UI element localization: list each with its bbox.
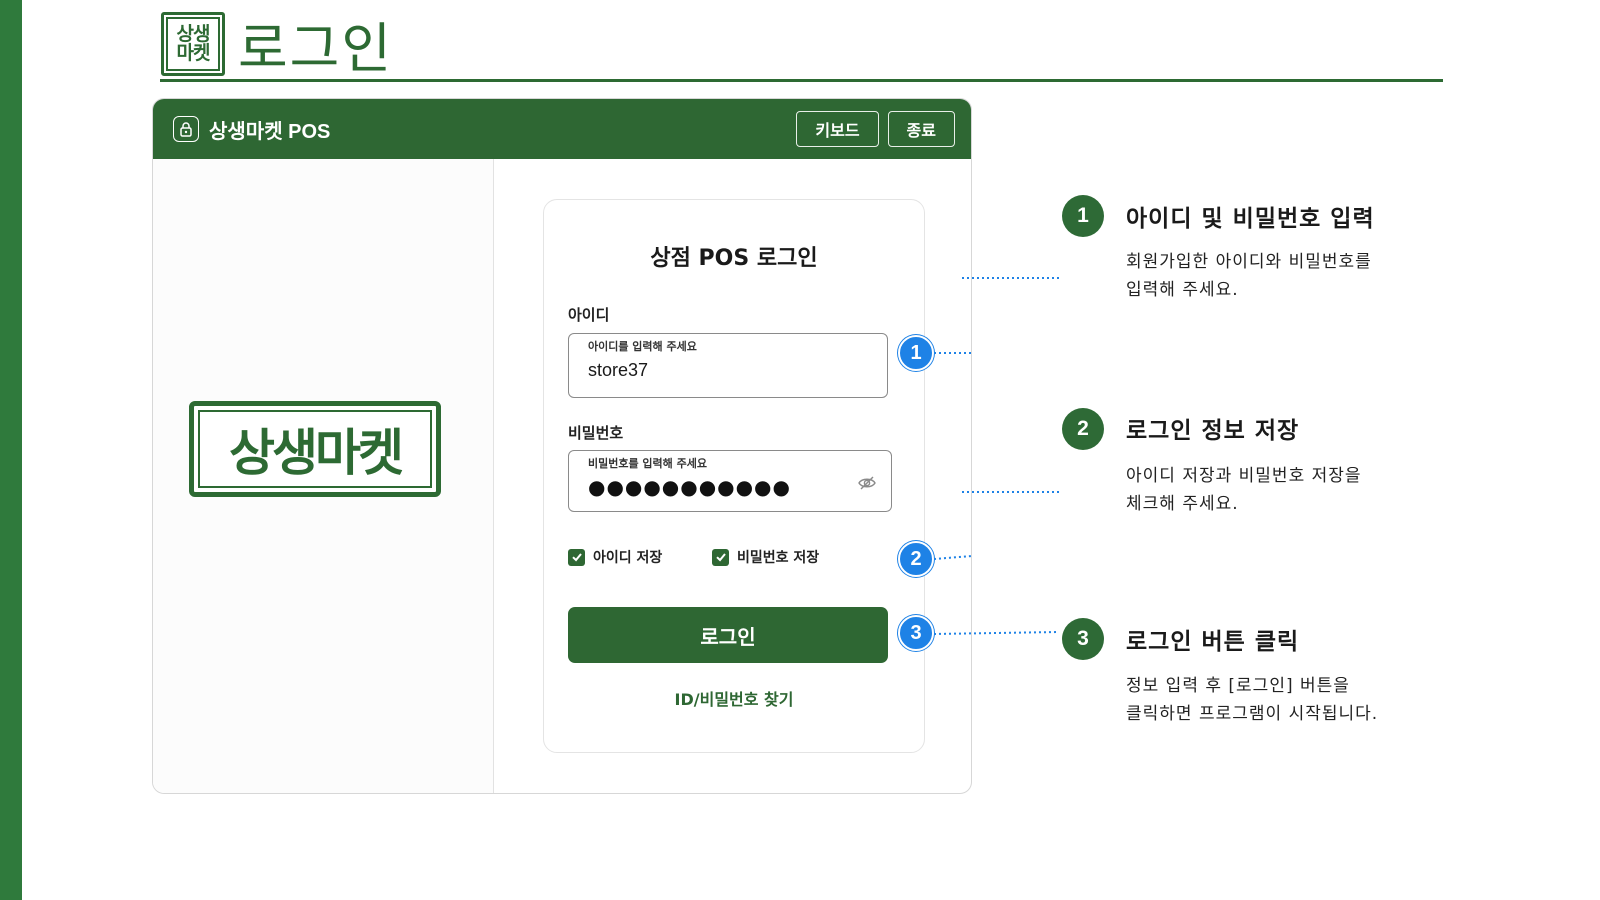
step-2-number: 2 [1062,408,1104,450]
step-2-description: 아이디 저장과 비밀번호 저장을 체크해 주세요. [1126,462,1362,518]
step-1-number: 1 [1062,195,1104,237]
step-3-desc-line-1: 정보 입력 후 [로그인] 버튼을 [1126,676,1350,696]
marker-2: 2 [898,541,934,577]
step-1-desc-line-1: 회원가입한 아이디와 비밀번호를 [1126,252,1372,272]
step-1-desc-line-2: 입력해 주세요. [1126,280,1239,300]
step-1-description: 회원가입한 아이디와 비밀번호를 입력해 주세요. [1126,248,1372,304]
step-2-desc-line-1: 아이디 저장과 비밀번호 저장을 [1126,466,1362,486]
step-1-title: 아이디 및 비밀번호 입력 [1126,206,1375,232]
step-3-title: 로그인 버튼 클릭 [1126,629,1300,655]
step-3-desc-line-2: 클릭하면 프로그램이 시작됩니다. [1126,704,1379,724]
step-3-description: 정보 입력 후 [로그인] 버튼을 클릭하면 프로그램이 시작됩니다. [1126,672,1378,728]
connector-lines [933,277,1060,635]
step-2-desc-line-2: 체크해 주세요. [1126,494,1239,514]
marker-3: 3 [898,615,934,651]
step-2-title: 로그인 정보 저장 [1126,418,1300,444]
step-3-number: 3 [1062,618,1104,660]
marker-1: 1 [898,335,934,371]
